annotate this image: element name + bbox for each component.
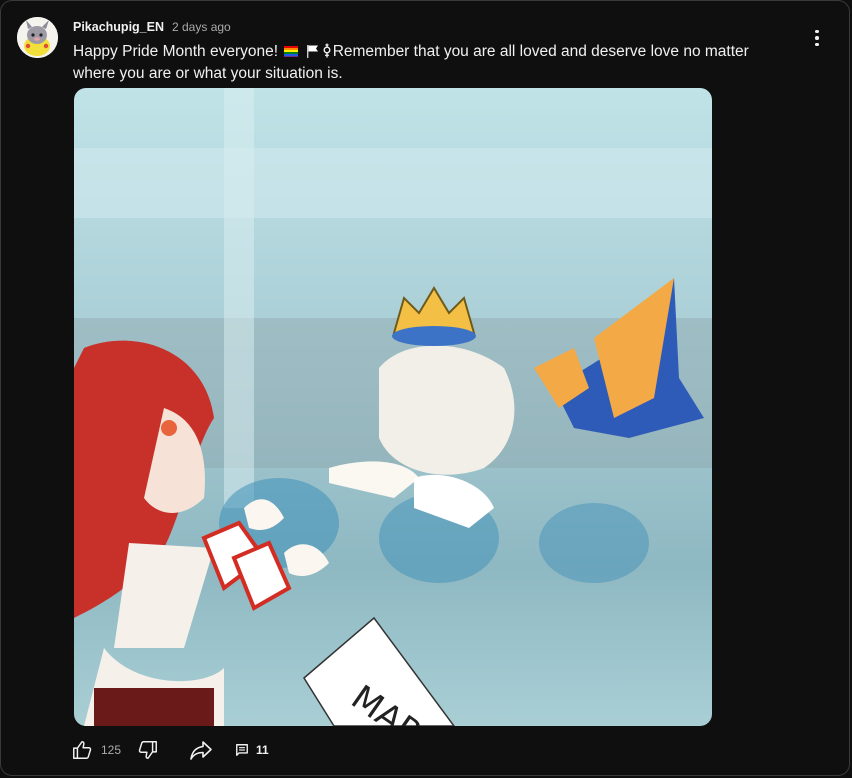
- comment-icon: [236, 744, 248, 756]
- pikachupig-avatar-icon: [17, 17, 58, 58]
- post-image[interactable]: MAR: [74, 88, 712, 726]
- channel-avatar[interactable]: [17, 17, 58, 58]
- post-text-intro: Happy Pride Month everyone!: [73, 43, 283, 60]
- comment-count: 11: [256, 743, 269, 757]
- post-text: Happy Pride Month everyone! Remember tha…: [73, 41, 793, 85]
- share-icon: [190, 741, 212, 760]
- post-header: Pikachupig_EN 2 days ago: [73, 20, 231, 34]
- dislike-button[interactable]: [137, 739, 159, 761]
- thumbs-down-icon: [138, 741, 158, 759]
- more-vert-icon[interactable]: [807, 27, 827, 49]
- like-button[interactable]: 125: [71, 739, 121, 761]
- thumbs-up-icon: [73, 741, 92, 759]
- rainbow-flag-icon: [284, 46, 299, 57]
- transgender-symbol-icon: [323, 43, 331, 58]
- white-flag-icon: [306, 45, 318, 58]
- community-post-card: Pikachupig_EN 2 days ago Happy Pride Mon…: [0, 0, 850, 776]
- post-actions: 125 11: [71, 737, 269, 763]
- author-name[interactable]: Pikachupig_EN: [73, 20, 164, 34]
- anime-illustration: MAR: [74, 88, 712, 726]
- share-button[interactable]: [189, 739, 213, 761]
- post-timestamp[interactable]: 2 days ago: [172, 20, 231, 34]
- like-count: 125: [101, 743, 122, 757]
- comments-button[interactable]: 11: [235, 743, 269, 757]
